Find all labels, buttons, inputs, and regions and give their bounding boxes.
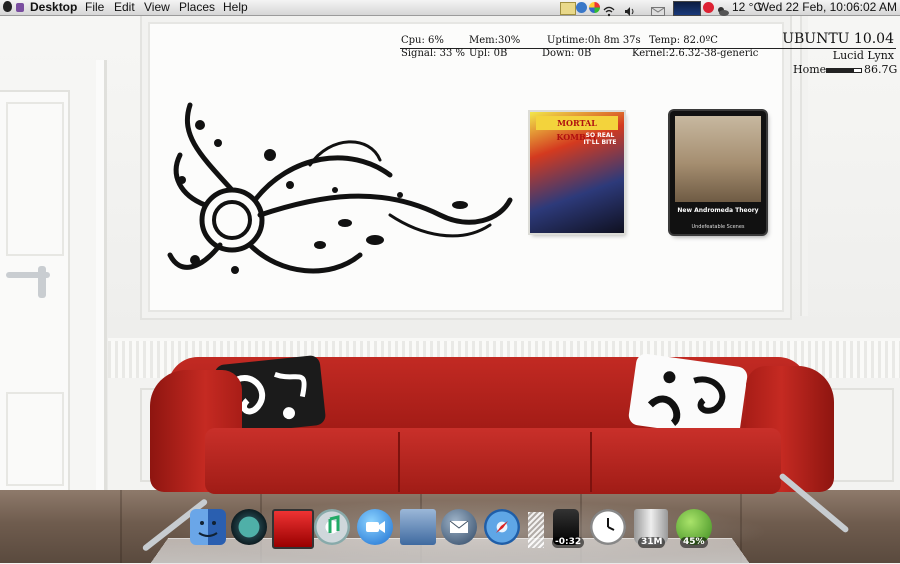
dock-safari-icon[interactable] (484, 509, 520, 545)
pillow-pattern (647, 371, 726, 426)
conky-cpu: Cpu: 6% (401, 35, 444, 46)
dock-ichat-icon[interactable] (357, 509, 393, 545)
menu-file[interactable]: File (85, 0, 104, 15)
floor-board (120, 490, 122, 563)
door-handle-plate (38, 266, 46, 298)
dock-finder-icon[interactable] (190, 509, 226, 545)
menu-places[interactable]: Places (179, 0, 215, 15)
dock-battery-label: 45% (680, 537, 708, 548)
conky-home-size: 86.7G (864, 63, 898, 76)
album-title: New Andromeda Theory (677, 207, 759, 214)
dock-mail-icon[interactable] (441, 509, 477, 545)
dock-preview-icon[interactable] (400, 509, 436, 545)
conky-kernel: Kernel:2.6.32-38-generic (632, 48, 759, 59)
conky-home-label: Home (793, 63, 827, 76)
sofa-seat (205, 428, 781, 494)
conky-codename: Lucid Lynx (832, 49, 894, 62)
apple-logo-icon[interactable] (3, 1, 12, 12)
dock-separator (528, 512, 544, 548)
volume-icon[interactable] (624, 2, 636, 16)
dock-clock-icon[interactable] (590, 509, 626, 545)
workspace-icon[interactable] (16, 3, 24, 12)
poster-tagline: SO REAL IT'LL BITE (583, 132, 617, 146)
door-panel-bottom (6, 392, 64, 486)
dock-itunes-icon[interactable] (314, 509, 350, 545)
wall-swirl-decal (167, 102, 513, 274)
dock-media-player-label: -0:32 (552, 537, 585, 548)
conky-home-usage-bar (826, 68, 862, 73)
mail-tray-icon[interactable] (651, 2, 665, 16)
dock-photo-booth-icon[interactable] (272, 509, 314, 549)
seat-cushion-split (590, 432, 592, 492)
app-menu-title[interactable]: Desktop (30, 0, 77, 15)
menu-help[interactable]: Help (223, 0, 248, 15)
browser-icon[interactable] (589, 2, 600, 13)
lower-wall-panel (830, 388, 894, 482)
pillow-right (627, 352, 749, 440)
dock-time-machine-icon[interactable] (231, 509, 267, 545)
system-monitor-icon[interactable] (673, 1, 701, 16)
album-cover[interactable]: New Andromeda Theory Undefeatable Scenes (670, 111, 766, 234)
wifi-icon[interactable] (603, 2, 615, 17)
conky-signal: Signal: 33 % (401, 48, 466, 59)
album-subtitle: Undefeatable Scenes (691, 224, 745, 230)
door (0, 90, 70, 494)
door-panel-top (6, 102, 64, 256)
notes-icon[interactable] (560, 2, 576, 15)
stop-icon[interactable] (703, 2, 714, 13)
conky-mem: Mem:30% (469, 35, 521, 46)
weather-icon[interactable] (717, 2, 729, 16)
conky-temp: Temp: 82.0ºC (649, 35, 718, 46)
seat-cushion-split (398, 432, 400, 492)
conky-uptime: Uptime:0h 8m 37s (547, 35, 641, 46)
conky-home-usage-fill (827, 69, 855, 72)
clock-display[interactable]: Wed 22 Feb, 10:06:02 AM (758, 0, 897, 15)
top-menu-bar: Desktop File Edit View Places Help 12 °C… (0, 0, 900, 17)
dock-trash-label: 31M (638, 537, 666, 548)
mortal-kombat-poster[interactable]: MORTAL KOMBAT SO REAL IT'LL BITE (530, 112, 624, 233)
album-artwork (675, 116, 761, 202)
conky-upload: Upl: 0B (469, 48, 508, 59)
menu-edit[interactable]: Edit (114, 0, 135, 15)
chat-icon[interactable] (576, 2, 587, 13)
menu-view[interactable]: View (144, 0, 170, 15)
poster-title: MORTAL KOMBAT (536, 116, 618, 142)
conky-download: Down: 0B (542, 48, 592, 59)
conky-distro: UBUNTU 10.04 (782, 31, 894, 47)
desktop-wallpaper: MORTAL KOMBAT SO REAL IT'LL BITE New And… (0, 0, 900, 563)
